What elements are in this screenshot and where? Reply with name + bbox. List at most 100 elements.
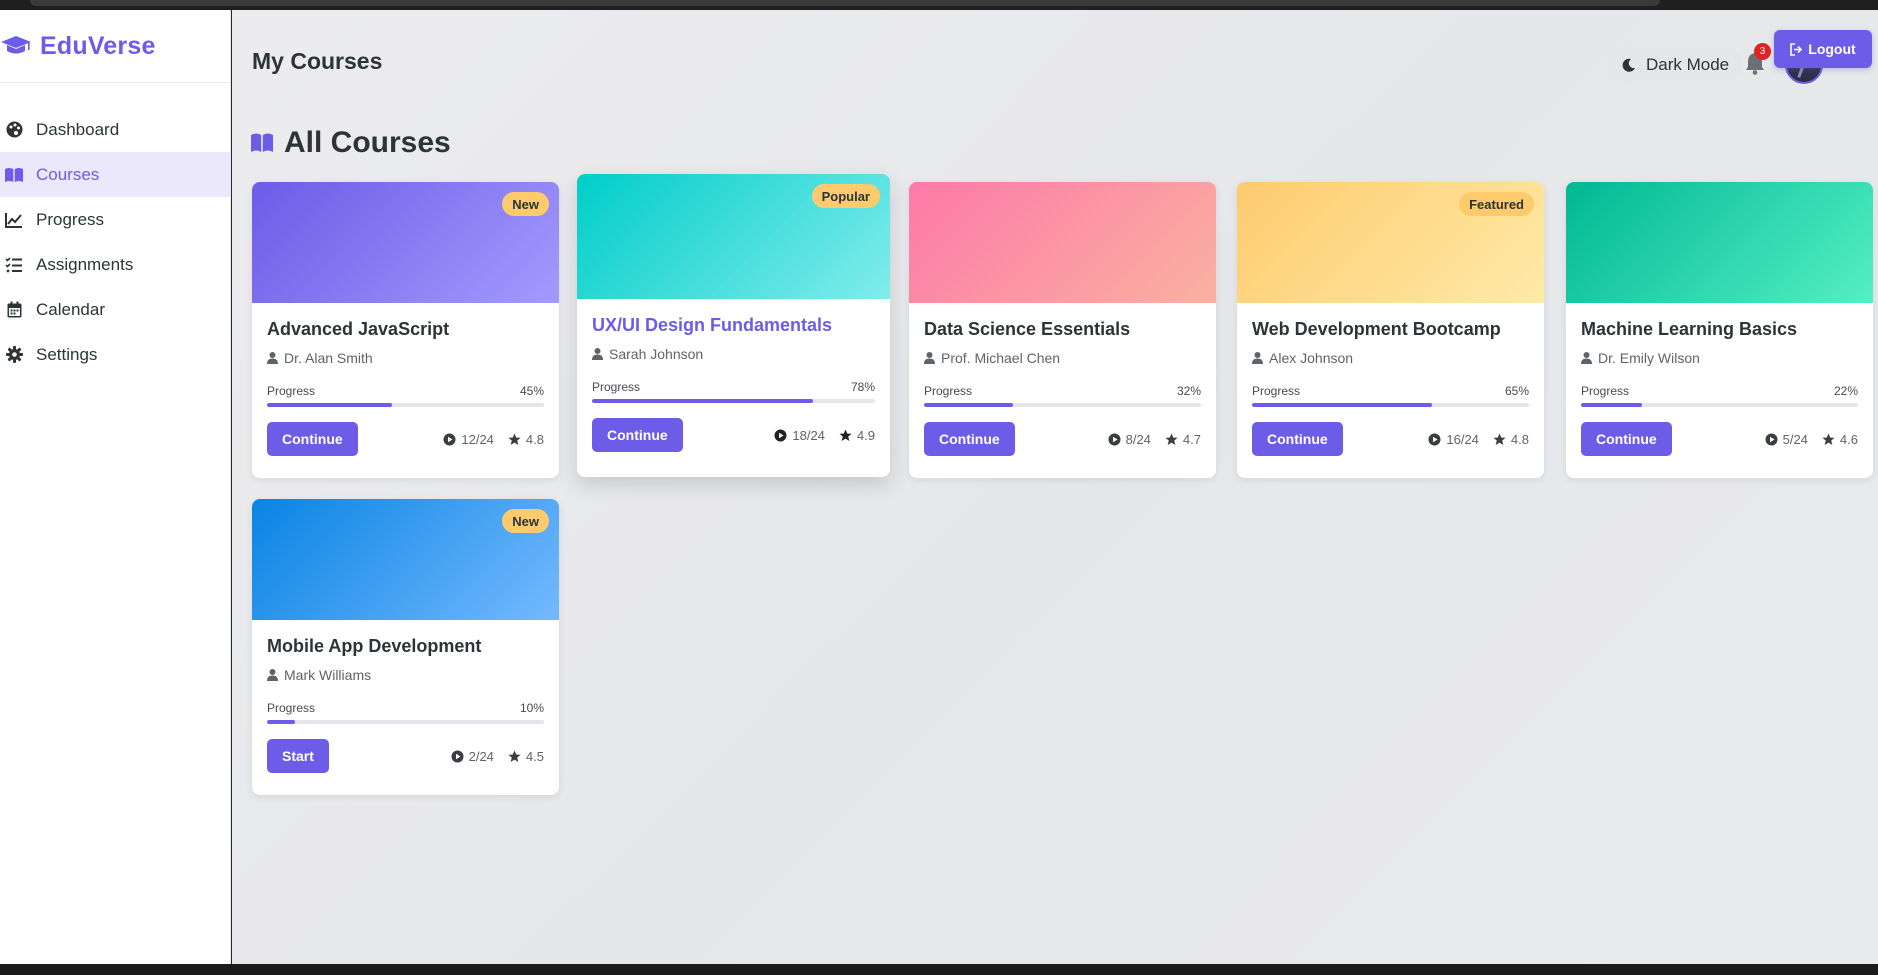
- continue-button[interactable]: Continue: [1252, 422, 1343, 456]
- continue-button[interactable]: Continue: [592, 418, 683, 452]
- chart-line-icon: [4, 211, 24, 229]
- course-rating: 4.6: [1839, 431, 1858, 447]
- sidebar-item-settings[interactable]: Settings: [0, 332, 230, 377]
- progress-percent: 22%: [1833, 384, 1858, 398]
- progress-track: [267, 403, 544, 407]
- progress-percent: 32%: [1176, 384, 1201, 398]
- course-rating: 4.5: [525, 748, 544, 764]
- progress-row: Progress 78%: [592, 380, 875, 394]
- progress-fill: [924, 403, 1013, 407]
- course-banner: New: [252, 182, 559, 303]
- play-circle-icon: [1428, 433, 1441, 445]
- dark-mode-label: Dark Mode: [1646, 55, 1730, 74]
- dark-mode-toggle[interactable]: Dark Mode: [1608, 47, 1744, 83]
- course-card-mobile-app[interactable]: New Mobile App Development Mark Williams…: [252, 499, 559, 795]
- instructor-name: Alex Johnson: [1269, 350, 1354, 366]
- course-title[interactable]: Machine Learning Basics: [1581, 319, 1858, 340]
- user-icon: [1252, 352, 1263, 364]
- progress-track: [592, 399, 875, 403]
- sidebar-item-label: Settings: [36, 344, 98, 364]
- lesson-count: 12/24: [461, 431, 494, 447]
- course-title[interactable]: Advanced JavaScript: [267, 319, 544, 340]
- star-icon: [1493, 433, 1506, 445]
- user-icon: [1581, 352, 1592, 364]
- course-meta: 18/24 4.9: [774, 428, 875, 443]
- book-icon: [251, 133, 273, 152]
- course-title[interactable]: Data Science Essentials: [924, 319, 1201, 340]
- logout-button[interactable]: Logout: [1774, 30, 1872, 68]
- course-card-machine-learning[interactable]: Machine Learning Basics Dr. Emily Wilson…: [1566, 182, 1873, 478]
- continue-button[interactable]: Continue: [1581, 422, 1672, 456]
- progress-row: Progress 32%: [924, 384, 1201, 398]
- section-title: All Courses: [250, 126, 451, 160]
- course-instructor: Alex Johnson: [1252, 350, 1529, 366]
- progress-label: Progress: [1581, 384, 1630, 398]
- progress-track: [1581, 403, 1858, 407]
- sidebar-item-label: Courses: [36, 164, 100, 184]
- progress-percent: 65%: [1504, 384, 1529, 398]
- user-icon: [267, 669, 278, 681]
- sidebar-item-dashboard[interactable]: Dashboard: [0, 107, 230, 152]
- progress-label: Progress: [592, 380, 641, 394]
- continue-button[interactable]: Continue: [267, 422, 358, 456]
- course-instructor: Dr. Emily Wilson: [1581, 350, 1858, 366]
- moon-icon: [1622, 58, 1635, 72]
- course-meta: 16/24 4.8: [1428, 432, 1529, 447]
- logout-label: Logout: [1808, 41, 1856, 57]
- continue-button[interactable]: Continue: [924, 422, 1015, 456]
- star-icon: [1822, 433, 1835, 445]
- play-circle-icon: [443, 433, 456, 445]
- course-title[interactable]: Web Development Bootcamp: [1252, 319, 1529, 340]
- progress-fill: [1581, 403, 1642, 407]
- progress-row: Progress 65%: [1252, 384, 1529, 398]
- course-instructor: Prof. Michael Chen: [924, 350, 1201, 366]
- lesson-count: 16/24: [1446, 431, 1479, 447]
- lesson-count: 8/24: [1125, 431, 1151, 447]
- progress-fill: [592, 399, 813, 403]
- progress-row: Progress 22%: [1581, 384, 1858, 398]
- progress-row: Progress 10%: [267, 701, 544, 715]
- course-title[interactable]: UX/UI Design Fundamentals: [592, 315, 875, 336]
- sidebar-item-label: Dashboard: [36, 119, 120, 139]
- course-card-ux-ui-design[interactable]: Popular UX/UI Design Fundamentals Sarah …: [577, 174, 890, 477]
- course-banner: Featured: [1237, 182, 1544, 303]
- course-rating: 4.8: [525, 431, 544, 447]
- user-icon: [267, 352, 278, 364]
- calendar-icon: [4, 301, 24, 319]
- course-meta: 12/24 4.8: [443, 432, 544, 447]
- play-circle-icon: [451, 750, 464, 762]
- course-banner: Popular: [577, 174, 890, 299]
- sidebar-item-courses[interactable]: Courses: [0, 152, 230, 197]
- brand[interactable]: EduVerse: [0, 10, 230, 83]
- sidebar-item-calendar[interactable]: Calendar: [0, 287, 230, 332]
- brand-name: EduVerse: [40, 31, 156, 60]
- sidebar-item-assignments[interactable]: Assignments: [0, 242, 230, 287]
- main-content: My Courses Dark Mode 3 Logout All Course…: [232, 10, 1878, 964]
- course-card-advanced-javascript[interactable]: New Advanced JavaScript Dr. Alan Smith P…: [252, 182, 559, 478]
- progress-label: Progress: [267, 701, 316, 715]
- lesson-count: 18/24: [792, 427, 825, 443]
- instructor-name: Sarah Johnson: [609, 346, 704, 362]
- start-button[interactable]: Start: [267, 739, 329, 773]
- course-rating: 4.8: [1510, 431, 1529, 447]
- course-meta: 5/24 4.6: [1765, 432, 1858, 447]
- star-icon: [839, 429, 852, 441]
- play-circle-icon: [1765, 433, 1778, 445]
- progress-percent: 10%: [519, 701, 544, 715]
- logout-icon: [1790, 42, 1803, 56]
- list-check-icon: [4, 256, 24, 274]
- course-banner: [909, 182, 1216, 303]
- course-card-web-development[interactable]: Featured Web Development Bootcamp Alex J…: [1237, 182, 1544, 478]
- instructor-name: Dr. Emily Wilson: [1598, 350, 1700, 366]
- course-card-data-science[interactable]: Data Science Essentials Prof. Michael Ch…: [909, 182, 1216, 478]
- sidebar-item-progress[interactable]: Progress: [0, 197, 230, 242]
- course-badge: Featured: [1459, 192, 1534, 216]
- section-title-text: All Courses: [284, 126, 451, 159]
- progress-fill: [267, 720, 295, 724]
- star-icon: [508, 750, 521, 762]
- progress-label: Progress: [924, 384, 973, 398]
- course-title[interactable]: Mobile App Development: [267, 636, 544, 657]
- progress-percent: 78%: [850, 380, 875, 394]
- notification-badge: 3: [1754, 43, 1771, 60]
- sidebar-item-label: Calendar: [36, 299, 105, 319]
